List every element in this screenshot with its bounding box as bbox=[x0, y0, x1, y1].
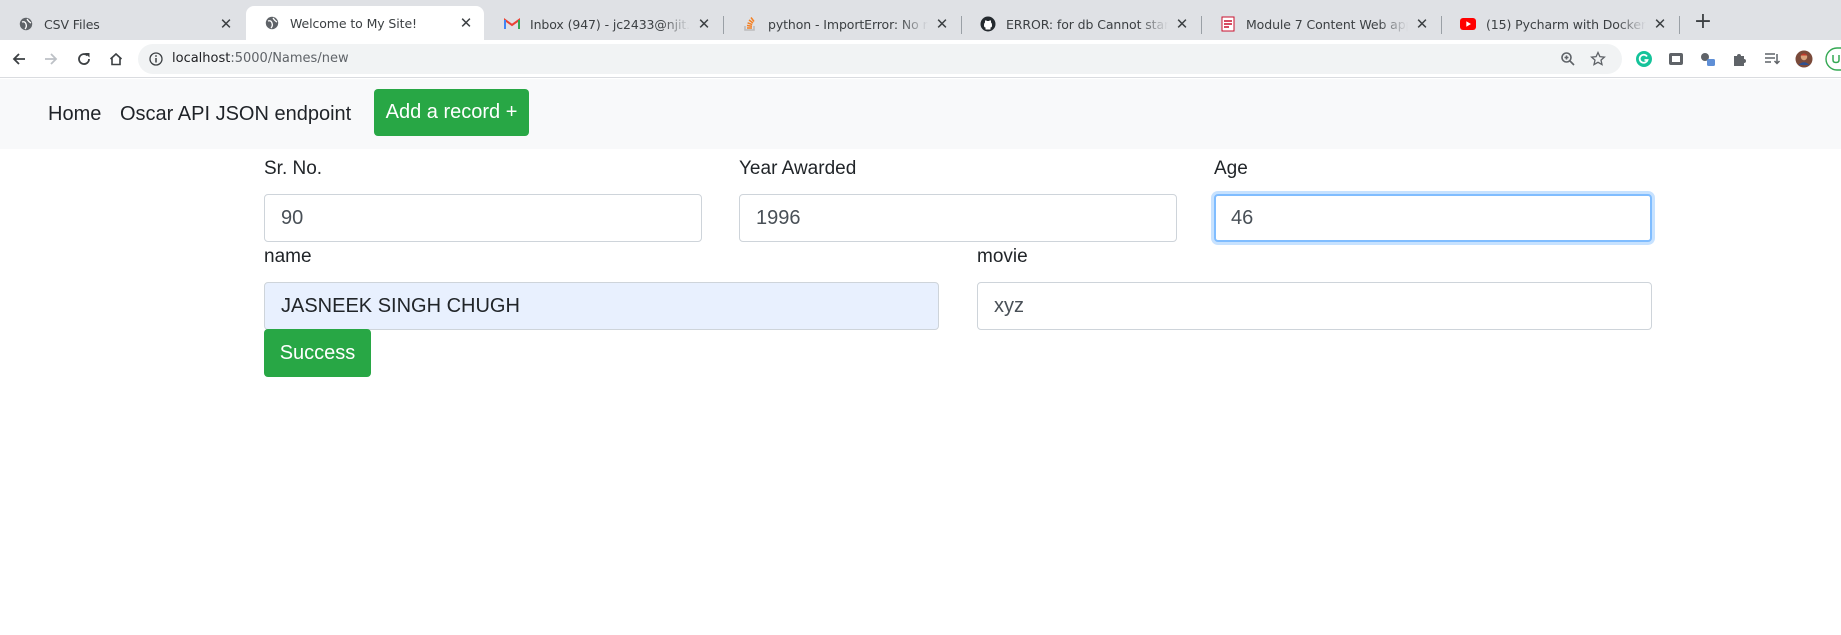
year-awarded-input[interactable]: 1996 bbox=[739, 194, 1177, 242]
puzzle-icon[interactable] bbox=[1731, 50, 1749, 68]
tab-welcome[interactable]: Welcome to My Site! ✕ bbox=[246, 6, 484, 40]
github-icon bbox=[980, 16, 996, 32]
bookmark-star-icon[interactable] bbox=[1590, 50, 1606, 67]
age-input[interactable]: 46 bbox=[1214, 194, 1652, 242]
tab-title: ERROR: for db Cannot start service bbox=[1006, 16, 1168, 32]
close-icon[interactable]: ✕ bbox=[696, 15, 712, 33]
year-awarded-label: Year Awarded bbox=[739, 158, 857, 179]
movie-label: movie bbox=[977, 246, 1028, 267]
browser-toolbar: localhost:5000/Names/new bbox=[0, 40, 1841, 78]
age-label: Age bbox=[1214, 158, 1248, 179]
tab-gmail[interactable]: Inbox (947) - jc2433@njit.edu ✕ bbox=[486, 8, 722, 40]
close-icon[interactable]: ✕ bbox=[1652, 15, 1668, 33]
reading-list-icon[interactable] bbox=[1763, 50, 1781, 68]
extension-icon[interactable] bbox=[1667, 50, 1685, 68]
tab-github[interactable]: ERROR: for db Cannot start service ✕ bbox=[962, 8, 1200, 40]
stackoverflow-icon bbox=[742, 16, 758, 32]
url-text[interactable]: localhost:5000/Names/new bbox=[172, 51, 349, 66]
name-input[interactable]: JASNEEK SINGH CHUGH bbox=[264, 282, 939, 330]
sr-no-input[interactable]: 90 bbox=[264, 194, 702, 242]
add-record-button[interactable]: Add a record + bbox=[374, 89, 529, 136]
grammarly-icon[interactable] bbox=[1635, 50, 1653, 68]
tab-title: Module 7 Content Web app part bbox=[1246, 16, 1408, 32]
url-host: localhost bbox=[172, 51, 231, 66]
globe-icon bbox=[264, 15, 280, 31]
address-bar[interactable]: localhost:5000/Names/new bbox=[138, 44, 1622, 74]
forward-icon[interactable] bbox=[41, 49, 61, 69]
njit-icon bbox=[1220, 16, 1236, 32]
tab-youtube[interactable]: (15) Pycharm with Docker Flask ✕ bbox=[1442, 8, 1678, 40]
nav-api-link[interactable]: Oscar API JSON endpoint bbox=[120, 103, 351, 126]
tab-title: CSV Files bbox=[44, 16, 100, 32]
tab-stackoverflow[interactable]: python - ImportError: No module ✕ bbox=[724, 8, 960, 40]
youtube-icon bbox=[1460, 16, 1476, 32]
movie-input[interactable]: xyz bbox=[977, 282, 1652, 330]
extension-icon[interactable] bbox=[1699, 50, 1717, 68]
nav-home-link[interactable]: Home bbox=[48, 103, 101, 126]
close-icon[interactable]: ✕ bbox=[1414, 15, 1430, 33]
tab-title: (15) Pycharm with Docker Flask bbox=[1486, 16, 1646, 32]
sr-no-label: Sr. No. bbox=[264, 158, 323, 179]
name-label: name bbox=[264, 246, 312, 267]
close-icon[interactable]: ✕ bbox=[218, 15, 234, 33]
tab-title: python - ImportError: No module bbox=[768, 16, 928, 32]
reload-icon[interactable] bbox=[74, 49, 94, 69]
avatar[interactable] bbox=[1795, 50, 1813, 68]
gmail-icon bbox=[504, 16, 520, 32]
close-icon[interactable]: ✕ bbox=[458, 14, 474, 32]
tab-separator bbox=[1679, 16, 1680, 34]
back-icon[interactable] bbox=[9, 49, 29, 69]
tab-title: Inbox (947) - jc2433@njit.edu bbox=[530, 16, 690, 32]
browser-tab-strip: CSV Files ✕ Welcome to My Site! ✕ Inbox … bbox=[0, 0, 1841, 40]
tab-csv-files[interactable]: CSV Files ✕ bbox=[0, 8, 244, 40]
url-path: :5000/Names/new bbox=[230, 51, 349, 66]
tab-title: Welcome to My Site! bbox=[290, 15, 417, 31]
zoom-icon[interactable] bbox=[1560, 51, 1576, 67]
close-icon[interactable]: ✕ bbox=[934, 15, 950, 33]
close-icon[interactable]: ✕ bbox=[1174, 15, 1190, 33]
home-icon[interactable] bbox=[106, 49, 126, 69]
info-icon[interactable] bbox=[149, 52, 163, 71]
globe-icon bbox=[18, 16, 34, 32]
site-navbar: Home Oscar API JSON endpoint Add a recor… bbox=[0, 79, 1841, 149]
new-tab-button[interactable]: + bbox=[1690, 9, 1716, 35]
tab-njit-module[interactable]: Module 7 Content Web app part ✕ bbox=[1202, 8, 1440, 40]
submit-button[interactable]: Success bbox=[264, 329, 371, 377]
profile-update-icon[interactable] bbox=[1825, 47, 1841, 71]
